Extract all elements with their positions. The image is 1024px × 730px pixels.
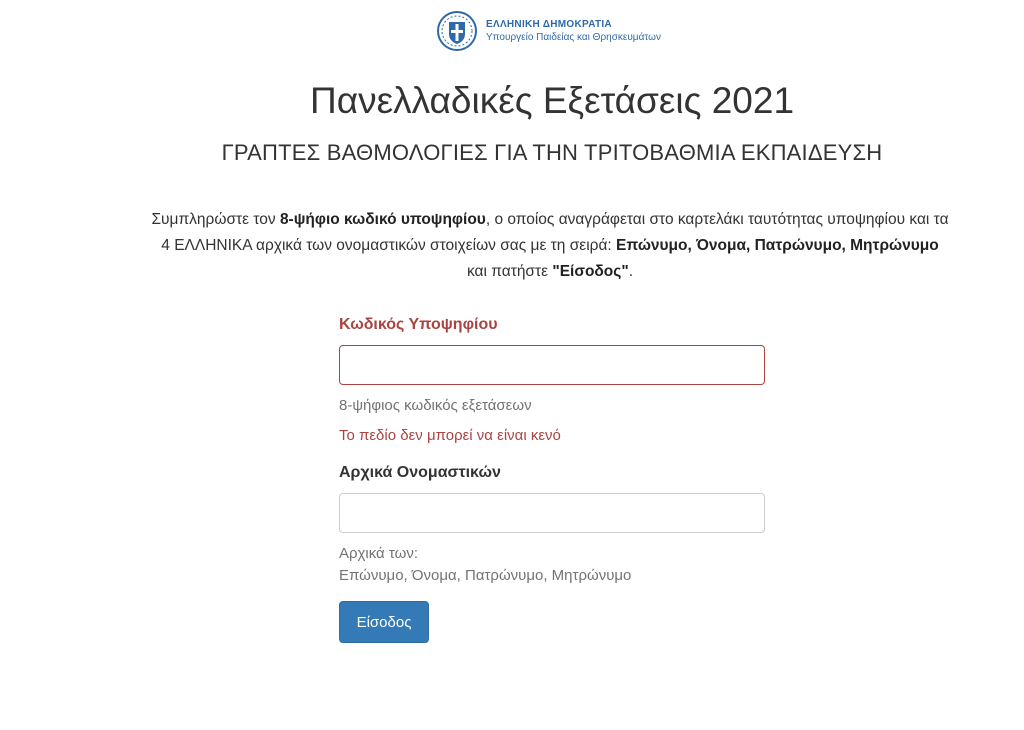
initials-label: Αρχικά Ονομαστικών <box>339 464 501 481</box>
initials-help-line1: Αρχικά των: <box>339 545 418 562</box>
candidate-code-input[interactable] <box>339 345 765 385</box>
instructions-bold-login: "Είσοδος" <box>552 263 629 280</box>
login-button[interactable]: Είσοδος <box>339 601 429 643</box>
page-subtitle: ΓΡΑΠΤΕΣ ΒΑΘΜΟΛΟΓΙΕΣ ΓΙΑ ΤΗΝ ΤΡΙΤΟΒΑΘΜΙΑ … <box>221 140 883 165</box>
ministry-logo: ΕΛΛΗΝΙΚΗ ΔΗΜΟΚΡΑΤΙΑ Υπουργείο Παιδείας κ… <box>436 10 661 52</box>
page-title: Πανελλαδικές Εξετάσεις 2021 <box>309 80 795 121</box>
login-form: Κωδικός Υποψηφίου 8-ψήφιος κωδικός εξετά… <box>339 316 765 643</box>
candidate-code-help: 8-ψήφιος κωδικός εξετάσεων <box>339 397 532 414</box>
greek-emblem-icon <box>437 11 477 51</box>
candidate-code-group: Κωδικός Υποψηφίου 8-ψήφιος κωδικός εξετά… <box>339 316 765 458</box>
instructions-bold-names: Επώνυμο, Όνομα, Πατρώνυμο, Μητρώνυμο <box>616 237 939 254</box>
initials-group: Αρχικά Ονομαστικών Αρχικά των: Επώνυμο, … <box>339 464 765 587</box>
initials-help: Αρχικά των: Επώνυμο, Όνομα, Πατρώνυμο, Μ… <box>339 543 765 587</box>
instructions-text: Συμπληρώστε τον 8-ψήφιο κωδικό υποψηφίου… <box>150 207 950 285</box>
ministry-name: Υπουργείο Παιδείας και Θρησκευμάτων <box>486 32 661 43</box>
instructions-part: και πατήστε <box>466 263 553 280</box>
candidate-code-label: Κωδικός Υποψηφίου <box>339 316 498 333</box>
instructions-bold-code: 8-ψήφιο κωδικό υποψηφίου <box>279 211 486 228</box>
instructions-part: . <box>628 263 633 280</box>
org-name: ΕΛΛΗΝΙΚΗ ΔΗΜΟΚΡΑΤΙΑ <box>486 19 612 30</box>
instructions-part: Συμπληρώστε τον <box>151 211 280 228</box>
initials-help-line2: Επώνυμο, Όνομα, Πατρώνυμο, Μητρώνυμο <box>339 567 632 584</box>
initials-input[interactable] <box>339 493 765 533</box>
candidate-code-error: Το πεδίο δεν μπορεί να είναι κενό <box>339 427 561 444</box>
